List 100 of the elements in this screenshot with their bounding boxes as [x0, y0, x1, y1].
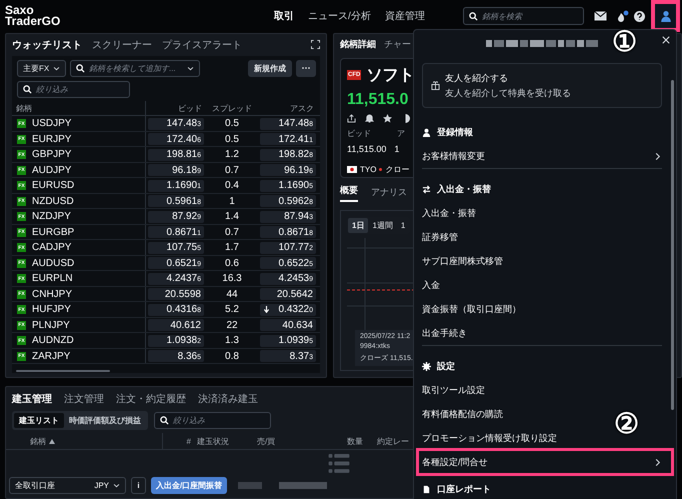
column-header: ビッド — [177, 102, 203, 114]
detail-tab[interactable]: アナリス — [371, 186, 407, 200]
symbol-name[interactable]: CNHJPY — [32, 288, 72, 300]
symbol-search-field[interactable]: 銘柄を検索して追加す... — [70, 60, 200, 77]
symbol-name[interactable]: PLNJPY — [32, 320, 70, 331]
view-toggle[interactable]: 建玉リスト — [14, 413, 64, 428]
new-button[interactable]: 新規作成 — [248, 60, 292, 77]
panel-tab[interactable]: 注文・約定履歴 — [116, 392, 186, 406]
spread-value: 16.3 — [221, 273, 243, 284]
menu-item[interactable]: 取引ツール設定 — [422, 378, 485, 402]
spread-value: 5.2 — [224, 304, 240, 316]
transfer-button[interactable]: 入出金/口座間振替 — [151, 477, 228, 494]
menu-item[interactable]: 有料価格配信の購読 — [422, 402, 503, 426]
exchange: TYO — [360, 164, 376, 174]
symbol-search-field[interactable]: 銘柄を検索して追加す... — [89, 64, 184, 73]
column-header[interactable]: 売/買 — [253, 436, 343, 447]
spread-value: 0.7 — [224, 164, 240, 176]
search-field[interactable]: 銘柄を検索 — [482, 12, 578, 21]
view-toggle[interactable]: 時価評価額及び損益 — [64, 413, 146, 428]
range-button[interactable]: 1日 — [348, 218, 368, 233]
spread-value: 0.7 — [224, 226, 240, 238]
range-button[interactable]: 1週間 — [368, 218, 397, 233]
filter-field[interactable]: 絞り込み — [154, 412, 271, 430]
ask-price: 1 — [394, 144, 400, 154]
symbol-name[interactable]: EURGBP — [32, 226, 74, 238]
market-status: クロー — [385, 164, 410, 175]
price-cell[interactable]: 40.634 — [260, 319, 316, 332]
spread-value: 0.8 — [224, 350, 240, 362]
step-marker: ② — [614, 410, 639, 438]
menu-item[interactable]: プロモーション情報受け取り設定 — [422, 426, 557, 450]
list-dropdown[interactable]: 主要FX — [17, 60, 66, 77]
spread-value: 44 — [225, 288, 239, 300]
range-button[interactable]: 1 — [396, 218, 410, 233]
symbol-name[interactable]: NZDUSD — [32, 196, 74, 207]
panel-tab[interactable]: 注文管理 — [64, 392, 104, 406]
nav-tab[interactable]: 取引 — [274, 9, 294, 24]
symbol-name[interactable]: EURPLN — [32, 273, 73, 284]
symbol-name[interactable]: USDJPY — [32, 118, 72, 130]
menu-item[interactable]: 入出金・振替 — [422, 201, 476, 225]
column-header[interactable]: 建玉状況 — [193, 436, 253, 447]
filter-field[interactable]: 絞り込み — [17, 80, 130, 98]
menu-item[interactable]: 証券移管 — [422, 225, 458, 249]
menu-item[interactable]: 出金手続き — [422, 321, 467, 345]
price-cell[interactable]: 40.612 — [148, 319, 204, 332]
symbol-name[interactable]: GBPJPY — [32, 149, 72, 160]
symbol-name[interactable]: EURUSD — [32, 180, 74, 192]
section-title: 口座レポート — [437, 482, 491, 496]
section-title: 設定 — [437, 360, 455, 372]
column-header: 銘柄 — [12, 100, 146, 116]
column-header[interactable]: # — [163, 436, 193, 446]
panel-tab[interactable]: ウォッチリスト — [12, 38, 82, 52]
account-dropdown[interactable]: 全取引口座 JPY — [9, 477, 126, 494]
filter-field[interactable]: 絞り込み — [36, 84, 124, 94]
panel-tab[interactable]: 決済済み建玉 — [198, 392, 258, 406]
symbol-name[interactable]: AUDNZD — [32, 335, 74, 346]
instrument-name: ソフト — [366, 66, 414, 86]
nav-tab[interactable]: ニュース/分析 — [308, 9, 371, 24]
symbol-name[interactable]: ZARJPY — [32, 350, 70, 362]
section-title: 登録情報 — [437, 126, 473, 138]
app-logo[interactable]: Saxo TraderGO — [5, 5, 245, 28]
detail-tab[interactable]: 概要 — [340, 184, 358, 202]
spread-value: 1.4 — [224, 211, 240, 222]
symbol-name[interactable]: AUDUSD — [32, 258, 74, 269]
spread-value: 1.7 — [224, 242, 240, 254]
price-cell[interactable]: 20.5598 — [148, 288, 204, 300]
column-header: アスク — [289, 102, 315, 114]
panel-tab[interactable]: 建玉管理 — [12, 392, 52, 406]
column-header: スプレッド — [211, 102, 253, 114]
bid-price: 11,515.00 — [347, 144, 386, 154]
menu-item[interactable]: サブ口座間株式移管 — [422, 249, 503, 273]
referral-card[interactable]: 友人を紹介する 友人を紹介して特典を受け取る — [422, 63, 662, 108]
menu-item[interactable]: 入金 — [422, 273, 440, 297]
referral-title: 友人を紹介する — [445, 72, 509, 84]
symbol-name[interactable]: HUFJPY — [32, 304, 71, 316]
price-cell[interactable]: 20.5642 — [260, 288, 316, 300]
spread-value: 1.3 — [224, 335, 240, 346]
symbol-name[interactable]: EURJPY — [32, 134, 72, 145]
symbol-name[interactable]: CADJPY — [32, 242, 72, 254]
filter-field[interactable]: 絞り込み — [173, 416, 265, 426]
menu-item[interactable]: 資金振替（取引口座間） — [422, 297, 521, 321]
bid-label: ビッド — [347, 128, 371, 139]
price: 11,515.0 — [347, 90, 408, 109]
column-header[interactable]: 数量 — [343, 436, 373, 447]
spread-value: 22 — [225, 320, 239, 331]
menu-item[interactable]: お客様情報変更 — [422, 144, 662, 168]
menu-item[interactable]: 各種設定/問合せ — [418, 450, 672, 474]
spread-value: 0.6 — [224, 258, 240, 269]
symbol-name[interactable]: NZDJPY — [32, 211, 71, 222]
column-header[interactable]: 銘柄 — [6, 433, 163, 450]
info-button[interactable]: i — [131, 477, 146, 494]
symbol-name[interactable]: AUDJPY — [32, 164, 72, 176]
panel-tab[interactable]: 銘柄詳細 — [340, 38, 376, 52]
step-marker: ① — [612, 28, 637, 56]
nav-tab[interactable]: 資産管理 — [384, 9, 425, 24]
search-field[interactable]: 銘柄を検索 — [463, 7, 584, 26]
panel-tab[interactable]: スクリーナー — [92, 38, 152, 52]
panel-tab[interactable]: チャー — [384, 38, 411, 52]
section-title: 入出金・振替 — [437, 182, 491, 196]
spread-value: 0.5 — [224, 118, 240, 130]
panel-tab[interactable]: プライスアラート — [162, 38, 242, 52]
